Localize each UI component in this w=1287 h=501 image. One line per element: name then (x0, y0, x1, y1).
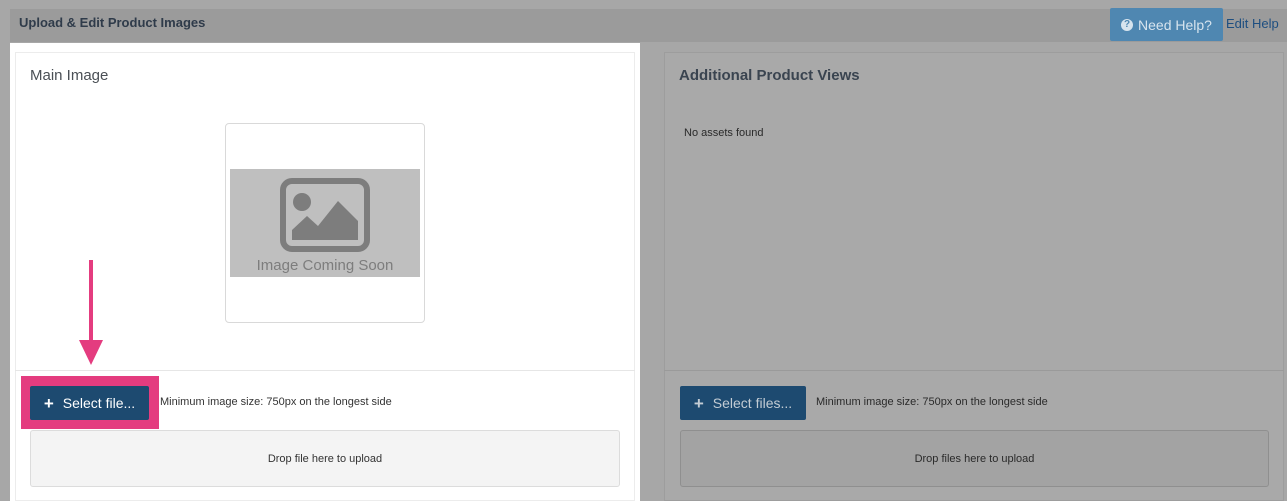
need-help-label: Need Help? (1138, 16, 1212, 33)
min-size-hint: Minimum image size: 750px on the longest… (816, 396, 1048, 408)
additional-views-title: Additional Product Views (679, 67, 860, 84)
drop-zone-label: Drop files here to upload (914, 452, 1035, 465)
main-image-title: Main Image (30, 67, 109, 84)
select-file-label: Select file... (62, 395, 136, 411)
page-header: Upload & Edit Product Images (10, 9, 1287, 42)
need-help-button[interactable]: ? Need Help? (1110, 8, 1223, 41)
drop-zone-label: Drop file here to upload (267, 452, 383, 465)
main-image-drop-zone[interactable]: Drop file here to upload (30, 430, 620, 487)
min-size-hint: Minimum image size: 750px on the longest… (160, 396, 392, 408)
additional-views-drop-zone[interactable]: Drop files here to upload (680, 430, 1269, 487)
image-placeholder: Image Coming Soon (230, 169, 420, 277)
plus-icon: + (693, 393, 704, 413)
image-icon (280, 178, 370, 252)
arrow-down-icon (89, 260, 93, 342)
page-title: Upload & Edit Product Images (19, 15, 206, 30)
plus-icon: + (43, 393, 54, 413)
placeholder-text: Image Coming Soon (256, 257, 394, 274)
select-file-button[interactable]: + Select file... (30, 386, 149, 420)
edit-help-link[interactable]: Edit Help (1226, 16, 1279, 31)
arrow-head (79, 340, 103, 365)
empty-state-text: No assets found (684, 127, 764, 139)
select-files-button[interactable]: + Select files... (680, 386, 806, 420)
divider (664, 370, 1284, 371)
question-circle-icon: ? (1121, 18, 1134, 31)
select-files-label: Select files... (712, 395, 793, 411)
divider (15, 370, 635, 371)
